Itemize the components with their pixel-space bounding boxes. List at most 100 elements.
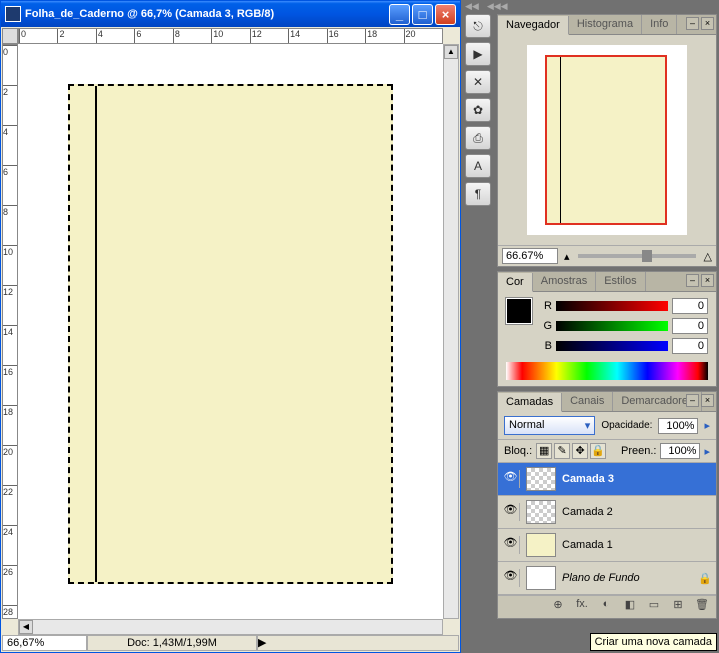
adjustment-layer-icon[interactable]: ◧ (620, 598, 640, 616)
scroll-up-button[interactable]: ▲ (444, 45, 458, 59)
lock-all-icon[interactable]: 🔒 (590, 443, 606, 459)
delete-layer-icon[interactable]: 🗑 (692, 598, 712, 616)
mini-tool-column: ⎋ ▶ ✕ ✿ ⎙ A ¶ (465, 14, 493, 210)
navigator-panel: –× Navegador Histograma Info ▴ △ (497, 14, 717, 267)
titlebar[interactable]: Folha_de_Caderno @ 66,7% (Camada 3, RGB/… (1, 1, 460, 27)
channel-label-r: R (540, 300, 552, 312)
scrollbar-horizontal[interactable]: ◀ (18, 619, 443, 635)
visibility-eye-icon[interactable]: 👁 (502, 503, 520, 521)
lock-label: Bloq.: (504, 445, 532, 457)
document-window: Folha_de_Caderno @ 66,7% (Camada 3, RGB/… (0, 0, 461, 653)
fill-label: Preen.: (621, 445, 656, 457)
visibility-eye-icon[interactable]: 👁 (502, 569, 520, 587)
link-layers-icon[interactable]: ⊕ (548, 598, 568, 616)
scroll-left-button[interactable]: ◀ (19, 620, 33, 634)
tab-channels[interactable]: Canais (562, 392, 613, 411)
app-icon (5, 6, 21, 22)
tool-button-4[interactable]: ✿ (465, 98, 491, 122)
tab-color[interactable]: Cor (498, 273, 533, 292)
window-title: Folha_de_Caderno @ 66,7% (Camada 3, RGB/… (25, 8, 389, 20)
layer-fx-icon[interactable]: fx. (572, 598, 592, 616)
scrollbar-vertical[interactable]: ▲ (443, 44, 459, 619)
panel-dock-strip: ◀◀ ◀◀◀ (461, 0, 719, 12)
tool-button-1[interactable]: ⎋ (465, 14, 491, 38)
status-rest: ▶ (257, 635, 459, 651)
close-button[interactable]: × (435, 4, 456, 25)
layer-item[interactable]: 👁 Plano de Fundo 🔒 (498, 562, 716, 595)
chevron-down-icon: ▾ (585, 419, 591, 432)
tool-button-5[interactable]: ⎙ (465, 126, 491, 150)
blend-mode-select[interactable]: Normal ▾ (504, 416, 595, 435)
navigator-zoom-slider[interactable] (578, 254, 696, 258)
layers-panel: –× Camadas Canais Demarcadores Normal ▾ … (497, 391, 717, 619)
fill-flyout-icon[interactable]: ▸ (704, 445, 710, 458)
status-zoom[interactable]: 66,67% (2, 635, 87, 651)
slider-b[interactable] (556, 341, 668, 351)
tab-info[interactable]: Info (642, 15, 677, 34)
navigator-viewport-box[interactable] (545, 55, 667, 225)
panel-close-icon[interactable]: × (701, 394, 714, 407)
layer-thumbnail[interactable] (526, 467, 556, 491)
channel-label-b: B (540, 340, 552, 352)
layer-thumbnail[interactable] (526, 500, 556, 524)
ruler-origin[interactable] (2, 28, 18, 44)
panel-minimize-icon[interactable]: – (686, 17, 699, 30)
ruler-horizontal[interactable]: 0 2 4 6 8 10 12 14 16 18 20 (18, 28, 443, 44)
visibility-eye-icon[interactable]: 👁 (502, 536, 520, 554)
canvas[interactable] (18, 44, 443, 619)
tool-button-7[interactable]: ¶ (465, 182, 491, 206)
tab-navigator[interactable]: Navegador (498, 16, 569, 35)
layer-name: Camada 1 (562, 539, 613, 551)
status-doc-size[interactable]: Doc: 1,43M/1,99M (87, 635, 257, 651)
tool-button-3[interactable]: ✕ (465, 70, 491, 94)
ruler-vertical[interactable]: 0 2 4 6 8 10 12 14 16 18 20 22 24 26 28 (2, 44, 18, 619)
fill-input[interactable] (660, 443, 700, 459)
panel-minimize-icon[interactable]: – (686, 274, 699, 287)
slider-g[interactable] (556, 321, 668, 331)
tab-swatches[interactable]: Amostras (533, 272, 596, 291)
opacity-input[interactable] (658, 418, 698, 434)
layer-thumbnail[interactable] (526, 533, 556, 557)
foreground-color-swatch[interactable] (506, 298, 532, 324)
tool-button-6[interactable]: A (465, 154, 491, 178)
visibility-eye-icon[interactable]: 👁 (502, 470, 520, 488)
panel-close-icon[interactable]: × (701, 17, 714, 30)
slider-r[interactable] (556, 301, 668, 311)
dock-arrow-icon[interactable]: ◀◀◀ (487, 1, 508, 12)
channel-label-g: G (540, 320, 552, 332)
minimize-button[interactable]: _ (389, 4, 410, 25)
zoom-out-icon[interactable]: ▴ (564, 250, 570, 263)
layer-list: 👁 Camada 3 👁 Camada 2 👁 Camada 1 👁 (498, 463, 716, 595)
artwork-margin-line (95, 86, 97, 582)
new-group-icon[interactable]: ▭ (644, 598, 664, 616)
artwork-paper (68, 84, 393, 584)
tab-histogram[interactable]: Histograma (569, 15, 642, 34)
new-layer-icon[interactable]: ⊞ (668, 598, 688, 616)
dock-arrow-icon[interactable]: ◀◀ (465, 1, 479, 12)
lock-paint-icon[interactable]: ✎ (554, 443, 570, 459)
statusbar: 66,67% Doc: 1,43M/1,99M ▶ (2, 635, 459, 651)
tool-button-2[interactable]: ▶ (465, 42, 491, 66)
layer-mask-icon[interactable]: ◐ (596, 598, 616, 616)
color-spectrum[interactable] (506, 362, 708, 380)
navigator-preview[interactable] (527, 45, 687, 235)
input-g[interactable] (672, 318, 708, 334)
lock-transparency-icon[interactable]: ▦ (536, 443, 552, 459)
input-b[interactable] (672, 338, 708, 354)
input-r[interactable] (672, 298, 708, 314)
tab-layers[interactable]: Camadas (498, 393, 562, 412)
layer-thumbnail[interactable] (526, 566, 556, 590)
layer-name: Plano de Fundo (562, 572, 640, 584)
maximize-button[interactable]: □ (412, 4, 433, 25)
panel-close-icon[interactable]: × (701, 274, 714, 287)
tab-styles[interactable]: Estilos (596, 272, 645, 291)
lock-position-icon[interactable]: ✥ (572, 443, 588, 459)
zoom-in-icon[interactable]: △ (704, 250, 712, 263)
opacity-flyout-icon[interactable]: ▸ (704, 419, 710, 432)
panel-minimize-icon[interactable]: – (686, 394, 699, 407)
layer-item[interactable]: 👁 Camada 3 (498, 463, 716, 496)
layer-item[interactable]: 👁 Camada 2 (498, 496, 716, 529)
navigator-zoom-input[interactable] (502, 248, 558, 264)
layer-name: Camada 3 (562, 473, 614, 485)
layer-item[interactable]: 👁 Camada 1 (498, 529, 716, 562)
